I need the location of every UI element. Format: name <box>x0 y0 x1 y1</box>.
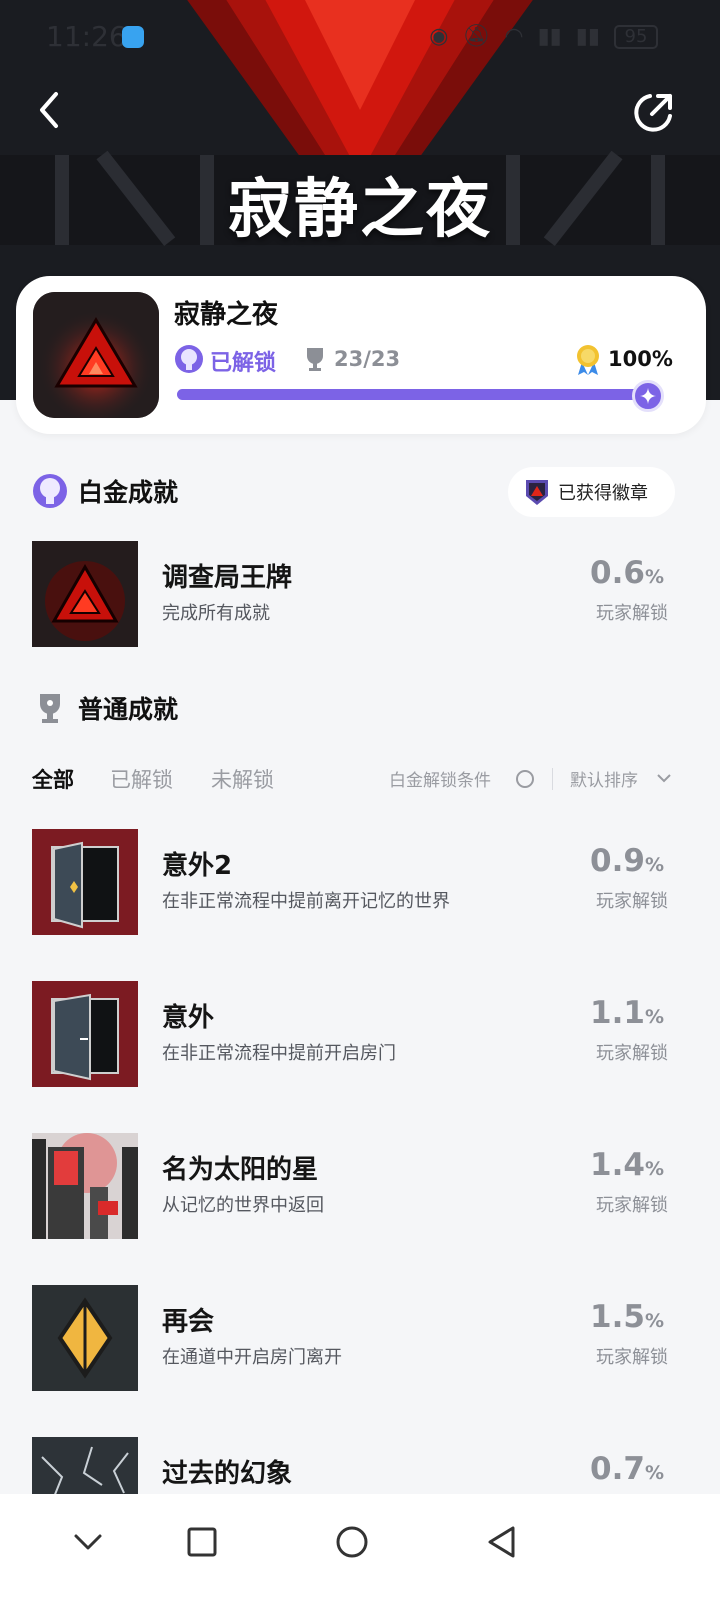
back-arrow-icon[interactable] <box>30 88 74 132</box>
medal-icon <box>577 345 599 375</box>
platinum-section-header: 白金成就 <box>32 473 178 509</box>
radio-circle-icon[interactable] <box>516 770 534 788</box>
achievement-row[interactable]: 意外2 在非正常流程中提前离开记忆的世界 0.9% 玩家解锁 <box>32 829 672 935</box>
nav-collapse-button[interactable] <box>58 1512 118 1572</box>
chevron-down-icon <box>74 1534 102 1550</box>
system-nav-bar <box>0 1494 720 1602</box>
status-bar: 11:26 ◉ 🔕︎ ◠ ▮▮ ▮▮ 95 <box>0 18 720 58</box>
signal-icon: ▮▮ <box>537 24 562 49</box>
nav-home-button[interactable] <box>322 1512 382 1572</box>
tab-unlocked[interactable]: 已解锁 <box>110 764 173 794</box>
square-icon <box>187 1527 217 1557</box>
progress-fill <box>177 389 663 400</box>
circle-icon <box>336 1526 368 1558</box>
unlock-rate: 0.9% <box>590 843 664 879</box>
achievement-row[interactable]: 名为太阳的星 从记忆的世界中返回 1.4% 玩家解锁 <box>32 1133 672 1239</box>
eye-icon: ◉ <box>429 24 449 49</box>
battery-indicator: 95 <box>614 24 658 49</box>
trophy-icon <box>307 348 323 371</box>
achievement-desc: 从记忆的世界中返回 <box>162 1195 324 1216</box>
chevron-down-icon[interactable] <box>656 770 672 786</box>
unlock-rate-label: 玩家解锁 <box>596 1347 668 1368</box>
earned-badge-label: 已获得徽章 <box>558 483 648 504</box>
unlock-rate: 1.4% <box>590 1147 664 1183</box>
achievement-desc: 在非正常流程中提前开启房门 <box>162 1043 396 1064</box>
mute-icon: 🔕︎ <box>462 24 491 49</box>
trophy-count: 23/23 <box>334 347 401 371</box>
hero-title: 寂静之夜 <box>228 173 492 247</box>
achievement-title: 调查局王牌 <box>162 563 293 593</box>
sort-dropdown[interactable]: 默认排序 <box>570 766 638 791</box>
platinum-achievement-row[interactable]: 调查局王牌 完成所有成就 0.6% 玩家解锁 <box>32 541 672 647</box>
achievement-row[interactable]: 再会 在通道中开启房门离开 1.5% 玩家解锁 <box>32 1285 672 1391</box>
achievement-thumbnail <box>32 829 138 935</box>
achievement-filter-tabs: 全部 已解锁 未解锁 白金解锁条件 默认排序 <box>32 764 682 798</box>
unlock-rate: 0.7% <box>590 1451 664 1487</box>
earned-badge-button[interactable]: 已获得徽章 <box>508 467 675 517</box>
game-cover <box>33 292 159 418</box>
unlock-status: 已解锁 <box>210 351 277 376</box>
unlock-rate: 1.1% <box>590 995 664 1031</box>
tab-locked[interactable]: 未解锁 <box>211 764 274 794</box>
normal-section-header: 普通成就 <box>32 690 178 726</box>
signal-icon-2: ▮▮ <box>575 24 600 49</box>
unlock-rate: 1.5% <box>590 1299 664 1335</box>
achievement-desc: 完成所有成就 <box>162 603 270 624</box>
unlock-rate-label: 玩家解锁 <box>596 1195 668 1216</box>
trophy-icon <box>40 694 60 723</box>
achievement-thumbnail <box>32 981 138 1087</box>
platinum-condition-filter[interactable]: 白金解锁条件 <box>389 766 491 791</box>
status-time: 11:26 <box>46 20 127 53</box>
chat-notification-icon <box>122 26 144 48</box>
sparkle-icon <box>632 380 664 412</box>
achievement-row[interactable]: 意外 在非正常流程中提前开启房门 1.1% 玩家解锁 <box>32 981 672 1087</box>
game-summary-card: 寂静之夜 已解锁 23/23 100% <box>16 276 706 434</box>
achievement-thumbnail <box>32 1285 138 1391</box>
game-name: 寂静之夜 <box>174 300 279 330</box>
divider <box>552 768 553 790</box>
normal-section-title: 普通成就 <box>78 695 179 724</box>
nav-recents-button[interactable] <box>172 1512 232 1572</box>
nav-back-button[interactable] <box>472 1512 532 1572</box>
achievement-title: 意外2 <box>162 851 233 881</box>
unlock-rate-label: 玩家解锁 <box>596 1043 668 1064</box>
achievement-title: 名为太阳的星 <box>162 1155 319 1185</box>
completion-percent: 100% <box>608 347 673 371</box>
achievement-title: 意外 <box>162 1003 215 1033</box>
achievement-desc: 在通道中开启房门离开 <box>162 1347 342 1368</box>
achievement-title: 过去的幻象 <box>162 1459 293 1489</box>
progress-bar <box>177 389 663 400</box>
platinum-trophy-icon <box>33 474 67 508</box>
wifi-icon: ◠ <box>504 24 524 49</box>
unlock-rate: 0.6% <box>590 555 664 591</box>
unlock-rate-label: 玩家解锁 <box>596 603 668 624</box>
achievement-thumbnail <box>32 1133 138 1239</box>
achievement-desc: 在非正常流程中提前离开记忆的世界 <box>162 891 450 912</box>
badge-icon <box>526 480 548 505</box>
unlock-rate-label: 玩家解锁 <box>596 891 668 912</box>
tab-all[interactable]: 全部 <box>32 764 74 794</box>
platinum-section-title: 白金成就 <box>78 478 179 507</box>
triangle-back-icon <box>488 1526 515 1558</box>
platinum-trophy-icon <box>175 345 203 373</box>
achievement-thumbnail <box>32 541 138 647</box>
achievement-title: 再会 <box>162 1307 215 1337</box>
share-icon[interactable] <box>628 88 678 138</box>
